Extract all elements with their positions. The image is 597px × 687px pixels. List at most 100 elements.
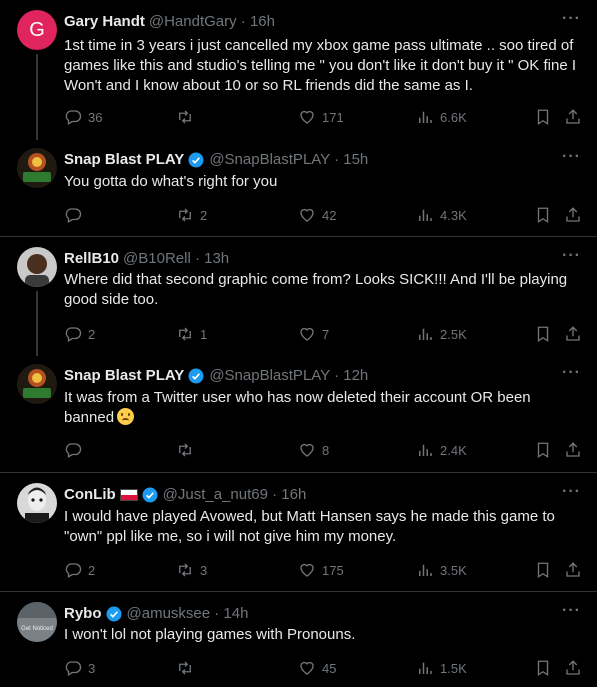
views-button[interactable]: 2.5K — [416, 324, 467, 344]
reply-button[interactable]: 2 — [64, 560, 95, 580]
views-icon — [419, 444, 432, 456]
tweet[interactable]: Snap Blast PLAY @SnapBlastPLAY · 12h ···… — [0, 354, 597, 471]
like-button[interactable]: 7 — [298, 324, 329, 344]
verified-badge-icon — [106, 606, 121, 622]
more-options-icon[interactable]: ··· — [562, 149, 581, 165]
views-button[interactable]: 1.5K — [416, 658, 467, 678]
tweet[interactable]: ConLib @Just_a_nut69 · 16h ··· I would h… — [0, 473, 597, 590]
more-options-icon[interactable]: ··· — [562, 248, 581, 264]
reply-button[interactable]: 3 — [64, 658, 95, 678]
reply-count: 3 — [88, 660, 96, 676]
tweet[interactable]: Get Noticed Rybo @amusksee · 14h ··· I w… — [0, 592, 597, 687]
retweet-button[interactable] — [176, 107, 200, 127]
action-bar: 2 42 4.3K — [64, 205, 584, 225]
reply-button[interactable] — [64, 440, 88, 460]
retweet-icon — [179, 563, 191, 577]
tweet-header: Snap Blast PLAY @SnapBlastPLAY · 15h — [64, 150, 577, 170]
avatar[interactable]: G — [17, 10, 57, 50]
tweet-header: ConLib @Just_a_nut69 · 16h — [64, 485, 577, 505]
verified-badge-icon — [188, 368, 204, 384]
avatar[interactable] — [17, 247, 57, 287]
view-count: 4.3K — [440, 207, 467, 223]
share-button[interactable] — [564, 658, 582, 678]
avatar[interactable] — [17, 483, 57, 523]
retweet-button[interactable]: 1 — [176, 324, 207, 344]
handle-time[interactable]: @HandtGary · 16h — [149, 12, 275, 32]
reply-icon — [65, 110, 82, 125]
like-button[interactable]: 42 — [298, 205, 336, 225]
handle-time[interactable]: @amusksee · 14h — [127, 604, 249, 624]
share-button[interactable] — [564, 324, 582, 344]
share-button[interactable] — [564, 440, 582, 460]
thread-line — [36, 54, 38, 140]
display-name[interactable]: Snap Blast PLAY — [64, 150, 184, 170]
bookmark-button[interactable] — [534, 658, 552, 678]
tweet[interactable]: RellB10 @B10Rell · 13h ··· Where did tha… — [0, 237, 597, 356]
reply-button[interactable] — [64, 205, 88, 225]
handle-time[interactable]: @SnapBlastPLAY · 12h — [209, 366, 368, 386]
avatar[interactable] — [17, 364, 57, 404]
views-button[interactable]: 6.6K — [416, 107, 467, 127]
share-button[interactable] — [564, 205, 582, 225]
retweet-button[interactable]: 2 — [176, 205, 207, 225]
more-options-icon[interactable]: ··· — [562, 484, 581, 500]
display-name[interactable]: Snap Blast PLAY — [64, 366, 184, 386]
more-options-icon[interactable]: ··· — [562, 11, 581, 27]
like-button[interactable]: 171 — [298, 107, 344, 127]
display-name[interactable]: ConLib — [64, 485, 116, 505]
retweet-icon — [179, 208, 191, 222]
share-button[interactable] — [564, 560, 582, 580]
share-icon — [566, 326, 580, 341]
like-count: 45 — [322, 660, 337, 676]
bookmark-button[interactable] — [534, 107, 552, 127]
views-button[interactable]: 2.4K — [416, 440, 467, 460]
reply-button[interactable]: 36 — [64, 107, 102, 127]
retweet-icon — [179, 327, 191, 341]
tweet-text-content: It was from a Twitter user who has now d… — [64, 389, 531, 426]
views-icon — [419, 111, 432, 123]
views-button[interactable]: 3.5K — [416, 560, 467, 580]
handle-time[interactable]: @SnapBlastPLAY · 15h — [209, 150, 368, 170]
display-name[interactable]: RellB10 — [64, 249, 119, 269]
retweet-button[interactable] — [176, 658, 200, 678]
bookmark-icon — [537, 109, 549, 126]
handle-time[interactable]: @B10Rell · 13h — [123, 249, 229, 269]
like-count: 175 — [322, 562, 344, 578]
tweet-text: You gotta do what's right for you — [64, 173, 278, 190]
more-options-icon[interactable]: ··· — [562, 365, 581, 381]
share-icon — [566, 207, 580, 222]
views-icon — [419, 328, 432, 340]
bookmark-button[interactable] — [534, 324, 552, 344]
avatar[interactable]: Get Noticed — [17, 602, 57, 642]
views-icon — [419, 209, 432, 221]
views-icon — [419, 564, 432, 576]
action-bar: 3 45 1.5K — [64, 658, 584, 678]
bookmark-button[interactable] — [534, 205, 552, 225]
tweet[interactable]: Snap Blast PLAY @SnapBlastPLAY · 15h ···… — [0, 138, 597, 236]
tweet[interactable]: G Gary Handt @HandtGary · 16h ··· 1st ti… — [0, 0, 597, 140]
bookmark-button[interactable] — [534, 440, 552, 460]
more-options-icon[interactable]: ··· — [562, 603, 581, 619]
retweet-icon — [179, 661, 191, 675]
like-button[interactable]: 175 — [298, 560, 344, 580]
share-button[interactable] — [564, 107, 582, 127]
reply-button[interactable]: 2 — [64, 324, 95, 344]
retweet-button[interactable] — [176, 440, 200, 460]
like-button[interactable]: 8 — [298, 440, 329, 460]
like-button[interactable]: 45 — [298, 658, 336, 678]
action-bar: 2 1 7 2.5K — [64, 324, 584, 344]
display-name[interactable]: Rybo — [64, 604, 102, 624]
handle-time[interactable]: @Just_a_nut69 · 16h — [163, 485, 307, 505]
heart-icon — [300, 110, 314, 124]
retweet-button[interactable]: 3 — [176, 560, 207, 580]
reply-icon — [65, 563, 82, 578]
tweet-header: Gary Handt @HandtGary · 16h — [64, 12, 577, 32]
action-bar: 8 2.4K — [64, 440, 584, 460]
like-count: 171 — [322, 109, 344, 125]
bookmark-button[interactable] — [534, 560, 552, 580]
avatar-image: Get Noticed — [17, 602, 57, 642]
views-button[interactable]: 4.3K — [416, 205, 467, 225]
display-name[interactable]: Gary Handt — [64, 12, 145, 32]
view-count: 2.5K — [440, 326, 467, 342]
avatar[interactable] — [17, 148, 57, 188]
